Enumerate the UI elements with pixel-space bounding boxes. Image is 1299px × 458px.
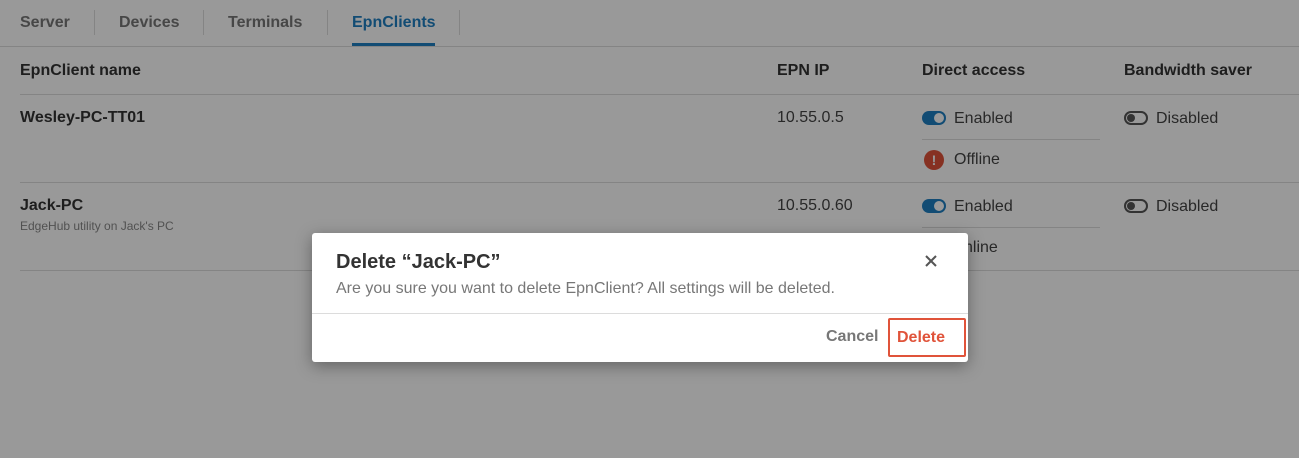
dialog-message: Are you sure you want to delete EpnClien… xyxy=(336,280,835,297)
close-icon[interactable] xyxy=(920,250,942,272)
delete-confirm-dialog: Delete “Jack-PC” Are you sure you want t… xyxy=(312,233,968,362)
delete-button[interactable]: Delete xyxy=(888,318,966,357)
cancel-button[interactable]: Cancel xyxy=(826,327,878,347)
dialog-title: Delete “Jack-PC” xyxy=(336,251,501,273)
dialog-divider xyxy=(312,313,968,314)
modal-overlay[interactable] xyxy=(0,0,1299,458)
